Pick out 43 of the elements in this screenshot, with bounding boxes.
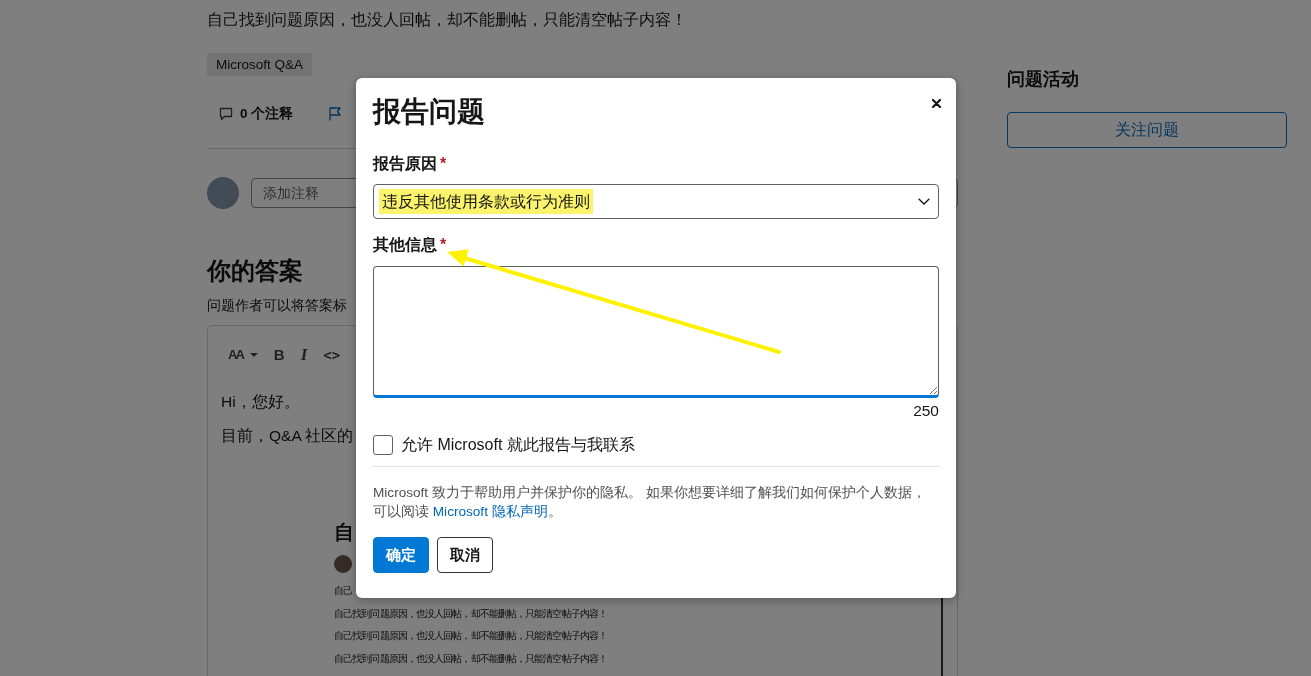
privacy-notice: Microsoft 致力于帮助用户并保护你的隐私。 如果你想要详细了解我们如何保护个人数据，可以阅读 Microsoft 隐私声明。	[373, 484, 927, 521]
text-highlight: 违反其他使用条款或行为准则	[379, 189, 593, 214]
details-textarea[interactable]	[373, 266, 939, 398]
comment-button[interactable]: 0 个注释	[219, 104, 294, 124]
field-label: 报告原因	[373, 154, 437, 174]
field-label: 其他信息	[373, 235, 437, 255]
comment-icon	[219, 107, 233, 121]
dialog-title: 报告问题	[373, 95, 485, 129]
privacy-link[interactable]: Microsoft 隐私声明	[432, 504, 548, 519]
screenshot-text: 自己	[334, 585, 353, 596]
tag-link[interactable]: Microsoft Q&A	[207, 53, 313, 76]
answer-heading: 你的答案	[207, 256, 303, 286]
confirm-button[interactable]: 确定	[373, 537, 429, 573]
flag-icon	[328, 107, 343, 121]
screenshot-text: 自己找到问题原因，也没人回帖，却不能删帖，只能清空帖子内容！	[334, 607, 607, 619]
contact-checkbox[interactable]	[373, 435, 393, 455]
chevron-down-icon	[918, 198, 930, 205]
reason-select[interactable]: 违反其他使用条款或行为准则	[373, 184, 939, 219]
answer-text: 目前，Q&A 社区的	[221, 426, 354, 446]
flag-button[interactable]	[328, 107, 343, 121]
screenshot-text: 自己找到问题原因，也没人回帖，却不能删帖，只能清空帖子内容！	[334, 630, 607, 642]
italic-button[interactable]: I	[300, 344, 308, 366]
caret-icon	[249, 353, 258, 357]
character-counter: 250	[913, 401, 939, 421]
screenshot-text: 自己找到问题原因，也没人回帖，却不能删帖，只能清空帖子内容！	[334, 652, 607, 664]
code-button[interactable]: <>	[323, 344, 341, 366]
cancel-button[interactable]: 取消	[437, 537, 493, 573]
bold-button[interactable]: B	[273, 344, 285, 366]
resize-handle-icon	[929, 386, 937, 394]
font-size-button[interactable]: AA	[228, 344, 258, 366]
answer-text: Hi，您好。	[221, 392, 300, 412]
required-mark: *	[440, 154, 447, 174]
close-icon	[932, 99, 941, 108]
screenshot-title: 自	[334, 520, 354, 545]
close-button[interactable]	[932, 99, 941, 108]
follow-button[interactable]: 关注问题	[1007, 112, 1287, 148]
checkbox-label: 允许 Microsoft 就此报告与我联系	[401, 435, 635, 455]
sidebar-heading: 问题活动	[1007, 68, 1079, 91]
question-text: 自己找到问题原因，也没人回帖，却不能删帖，只能清空帖子内容！	[207, 10, 687, 30]
user-avatar	[207, 177, 239, 209]
required-mark: *	[440, 235, 447, 255]
screenshot-avatar	[334, 555, 352, 573]
answer-hint: 问题作者可以将答案标	[207, 296, 347, 314]
